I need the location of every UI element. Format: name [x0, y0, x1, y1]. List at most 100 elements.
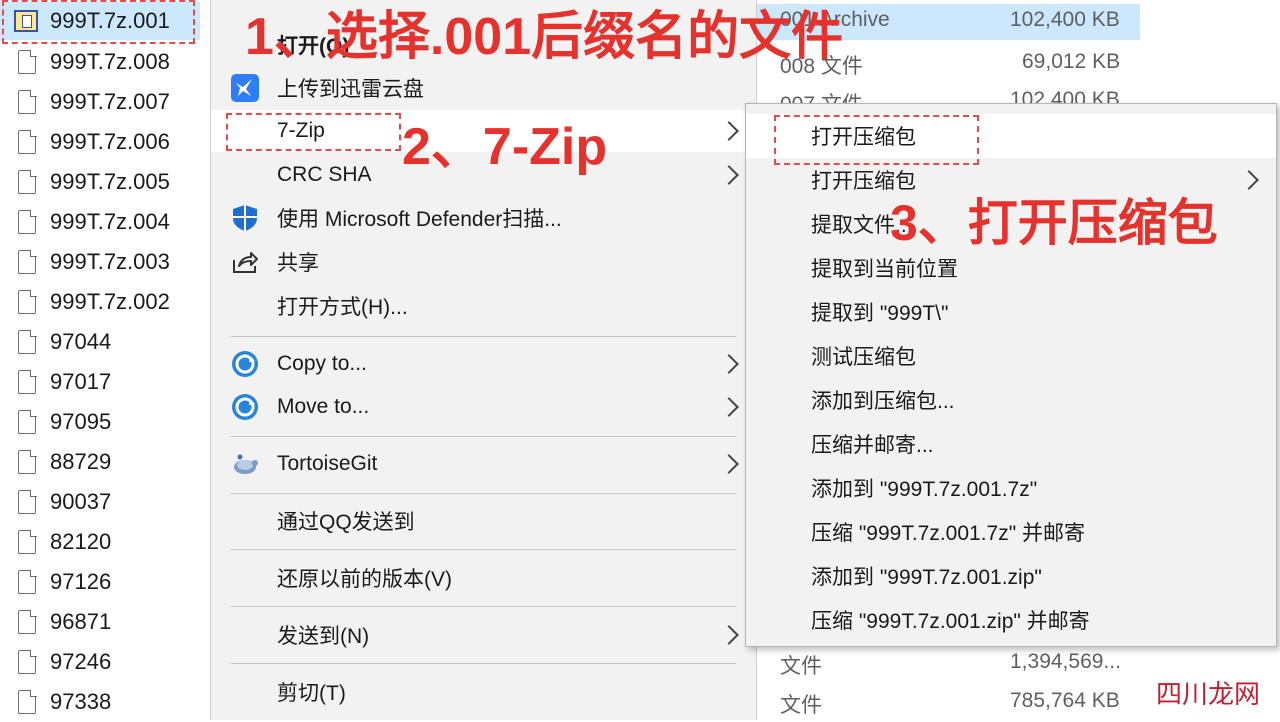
thunder-bird-icon [231, 74, 259, 102]
file-name: 97246 [50, 649, 112, 674]
file-row[interactable]: 97044 [0, 322, 200, 362]
menu-item-restore-versions[interactable]: 还原以前的版本(V) [211, 557, 756, 599]
file-row[interactable]: 97017 [0, 362, 200, 402]
file-row[interactable]: 999T.7z.003 [0, 242, 200, 282]
file-type-cell: 文件 [780, 655, 822, 678]
chevron-right-icon [719, 165, 739, 185]
submenu-item-add-to-zip[interactable]: 添加到 "999T.7z.001.zip" [746, 554, 1276, 598]
file-icon [18, 169, 37, 194]
file-icon [18, 609, 37, 634]
defender-shield-icon [231, 204, 259, 232]
submenu-item-add-to-archive[interactable]: 添加到压缩包... [746, 378, 1276, 422]
menu-separator [231, 606, 736, 607]
file-row[interactable]: 999T.7z.002 [0, 282, 200, 322]
menu-item-move-to[interactable]: Move to... [211, 386, 756, 428]
file-name: 82120 [50, 529, 112, 554]
file-row[interactable]: 88729 [0, 442, 200, 482]
menu-item-tortoisegit[interactable]: TortoiseGit [211, 443, 756, 485]
file-icon [18, 289, 37, 314]
submenu-item-label: 提取到当前位置 [811, 258, 958, 281]
chevron-right-icon [719, 121, 739, 141]
file-icon [18, 369, 37, 394]
file-name: 97095 [50, 409, 112, 434]
file-name: 999T.7z.002 [50, 289, 170, 314]
menu-item-label: 通过QQ发送到 [277, 511, 415, 534]
file-name: 999T.7z.008 [50, 49, 170, 74]
file-icon [18, 689, 37, 714]
menu-item-cut[interactable]: 剪切(T) [211, 671, 756, 713]
file-row[interactable]: 999T.7z.008 [0, 42, 200, 82]
chevron-right-icon [1239, 170, 1259, 190]
file-row[interactable]: 97095 [0, 402, 200, 442]
file-icon [18, 49, 37, 74]
tortoisegit-icon [231, 450, 259, 478]
menu-item-send-to[interactable]: 发送到(N) [211, 614, 756, 656]
submenu-item-add-to-7z[interactable]: 添加到 "999T.7z.001.7z" [746, 466, 1276, 510]
file-row[interactable]: 82120 [0, 522, 200, 562]
menu-item-label: TortoiseGit [277, 452, 378, 475]
file-row[interactable]: 96871 [0, 602, 200, 642]
submenu-item-test-archive[interactable]: 测试压缩包 [746, 334, 1276, 378]
annotation-step3: 3、打开压缩包 [890, 195, 1218, 251]
menu-separator [231, 493, 736, 494]
file-icon [18, 329, 37, 354]
file-name: 999T.7z.003 [50, 249, 170, 274]
menu-separator [231, 549, 736, 550]
file-row[interactable]: 97338 [0, 682, 200, 722]
file-row[interactable]: 999T.7z.004 [0, 202, 200, 242]
file-icon [18, 649, 37, 674]
file-name: 97338 [50, 689, 112, 714]
submenu-item-compress-and-email[interactable]: 压缩并邮寄... [746, 422, 1276, 466]
file-row[interactable]: 90037 [0, 482, 200, 522]
file-name: 96871 [50, 609, 112, 634]
menu-item-label: 剪切(T) [277, 682, 346, 705]
submenu-item-label: 添加到压缩包... [811, 390, 955, 413]
file-size-cell: 69,012 KB [1022, 50, 1121, 73]
menu-item-open-with[interactable]: 打开方式(H)... [211, 285, 756, 327]
file-name: 97126 [50, 569, 112, 594]
menu-item-label: 还原以前的版本(V) [277, 568, 452, 591]
submenu-item-label: 压缩并邮寄... [811, 434, 934, 457]
submenu-item-compress-7z-email[interactable]: 压缩 "999T.7z.001.7z" 并邮寄 [746, 510, 1276, 554]
chevron-right-icon [719, 625, 739, 645]
menu-item-copy-to[interactable]: Copy to... [211, 343, 756, 385]
menu-item-label: 发送到(N) [277, 625, 370, 648]
file-name: 999T.7z.004 [50, 209, 170, 234]
annotation-step2: 2、7-Zip [402, 118, 608, 176]
menu-item-defender-scan[interactable]: 使用 Microsoft Defender扫描... [211, 197, 756, 239]
chevron-right-icon [719, 397, 739, 417]
submenu-item-label: 添加到 "999T.7z.001.7z" [811, 478, 1038, 501]
file-row[interactable]: 999T.7z.007 [0, 82, 200, 122]
chevron-right-icon [719, 454, 739, 474]
file-row[interactable]: 97246 [0, 642, 200, 682]
submenu-item-label: 提取到 "999T\" [811, 302, 949, 325]
menu-separator [231, 436, 736, 437]
annotation-box-step2 [226, 113, 401, 151]
menu-item-upload-thunder[interactable]: 上传到迅雷云盘 [211, 67, 756, 109]
annotation-box-step3 [774, 115, 979, 165]
file-icon [18, 89, 37, 114]
file-icon [18, 449, 37, 474]
file-name: 999T.7z.007 [50, 89, 170, 114]
file-type-cell: 文件 [780, 694, 822, 717]
menu-item-send-via-qq[interactable]: 通过QQ发送到 [211, 500, 756, 542]
submenu-item-compress-zip-email[interactable]: 压缩 "999T.7z.001.zip" 并邮寄 [746, 598, 1276, 642]
file-row[interactable]: 97126 [0, 562, 200, 602]
menu-item-label: Copy to... [277, 352, 367, 375]
menu-separator [231, 336, 736, 337]
file-name: 999T.7z.006 [50, 129, 170, 154]
submenu-item-extract-to-folder[interactable]: 提取到 "999T\" [746, 290, 1276, 334]
menu-item-label: CRC SHA [277, 163, 372, 186]
share-icon [231, 248, 259, 276]
file-size-cell: 102,400 KB [1010, 8, 1120, 31]
file-name: 90037 [50, 489, 112, 514]
menu-item-label: 上传到迅雷云盘 [277, 78, 424, 101]
menu-item-share[interactable]: 共享 [211, 241, 756, 283]
file-row[interactable]: 999T.7z.006 [0, 122, 200, 162]
file-icon [18, 489, 37, 514]
file-row[interactable]: 999T.7z.005 [0, 162, 200, 202]
copy-to-icon [231, 350, 259, 378]
file-name: 97044 [50, 329, 112, 354]
file-icon [18, 529, 37, 554]
annotation-box-step1 [2, 0, 195, 44]
